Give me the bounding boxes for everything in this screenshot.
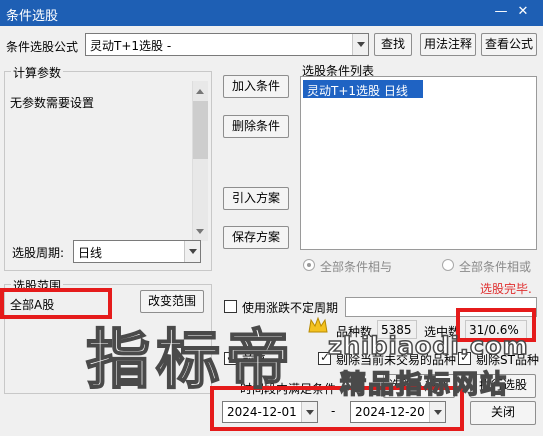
condition-item[interactable]: 灵动T+1选股 日线 [303, 80, 423, 98]
chevron-down-icon[interactable] [352, 34, 368, 55]
import-plan-button[interactable]: 引入方案 [223, 187, 289, 210]
close-button[interactable]: 关闭 [470, 401, 536, 425]
find-button[interactable]: 查找 [374, 33, 412, 56]
crown-icon [308, 316, 328, 334]
period-label: 选股周期: [12, 246, 65, 260]
scrollbar-thumb[interactable] [193, 101, 208, 159]
dialog-body: 条件选股公式 灵动T+1选股 - 查找 用法注释 查看公式 计算参数 无参数需要… [0, 26, 543, 436]
formula-label: 条件选股公式 [6, 40, 79, 54]
period-select[interactable]: 日线 [73, 240, 201, 263]
usage-button[interactable]: 用法注释 [420, 33, 476, 56]
window-title: 条件选股 [6, 9, 59, 24]
watermark-logo: 指标帝 [85, 324, 296, 398]
watermark-url: zhibiaodi.com [327, 331, 529, 361]
formula-value: 灵动T+1选股 - [90, 39, 172, 53]
change-scope-button[interactable]: 改变范围 [140, 290, 204, 313]
period-value: 日线 [78, 246, 103, 260]
save-plan-button[interactable]: 保存方案 [223, 226, 289, 249]
params-message: 无参数需要设置 [10, 96, 95, 110]
and-label: 全部条件相与 [320, 260, 393, 274]
conditions-list[interactable]: 灵动T+1选股 日线 [300, 76, 537, 250]
or-label: 全部条件相或 [459, 260, 532, 274]
watermark-tagline: 精品指标网站 [339, 369, 509, 401]
minimize-icon[interactable]: — [493, 4, 509, 20]
unfixed-label: 使用涨跌不定周期 [242, 301, 339, 315]
delete-condition-button[interactable]: 删除条件 [223, 115, 289, 138]
params-scrollbar[interactable] [192, 81, 208, 241]
unfixed-checkbox[interactable] [224, 300, 237, 313]
chevron-down-icon[interactable] [184, 241, 200, 262]
view-formula-button[interactable]: 查看公式 [481, 33, 537, 56]
close-icon[interactable]: ✕ [515, 4, 531, 20]
highlight-box [0, 288, 112, 319]
add-condition-button[interactable]: 加入条件 [223, 75, 289, 98]
or-radio[interactable] [442, 259, 454, 271]
params-legend: 计算参数 [11, 64, 64, 81]
formula-select[interactable]: 灵动T+1选股 - [85, 33, 369, 56]
title-bar: 条件选股 — ✕ [0, 0, 543, 26]
status-text: 选股完毕. [480, 282, 532, 296]
scroll-down-icon[interactable] [196, 229, 204, 234]
and-radio[interactable] [303, 259, 315, 271]
scroll-up-icon[interactable] [196, 89, 204, 94]
